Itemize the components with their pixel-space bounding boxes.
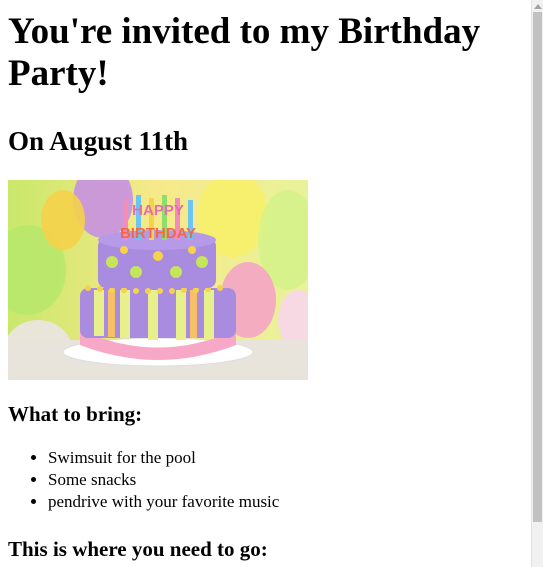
vertical-scrollbar[interactable] (531, 0, 543, 567)
list-item: pendrive with your favorite music (48, 491, 528, 513)
svg-text:BIRTHDAY: BIRTHDAY (120, 225, 196, 242)
svg-text:HAPPY: HAPPY (132, 202, 184, 219)
bring-title: What to bring: (8, 402, 143, 426)
scroll-thumb[interactable] (533, 12, 542, 522)
birthday-cake-image: HAPPY BIRTHDAY (8, 180, 308, 380)
list-item: Swimsuit for the pool (48, 447, 528, 469)
party-date: On August 11th (8, 126, 189, 156)
bring-list: Swimsuit for the pool Some snacks pendri… (8, 447, 528, 513)
scroll-up-icon[interactable] (534, 4, 542, 9)
invitation-heading: You're invited to my Birthday Party! (8, 11, 481, 94)
list-item: Some snacks (48, 469, 528, 491)
page-content: You're invited to my Birthday Party! On … (8, 0, 528, 561)
where-title: This is where you need to go: (8, 537, 268, 561)
